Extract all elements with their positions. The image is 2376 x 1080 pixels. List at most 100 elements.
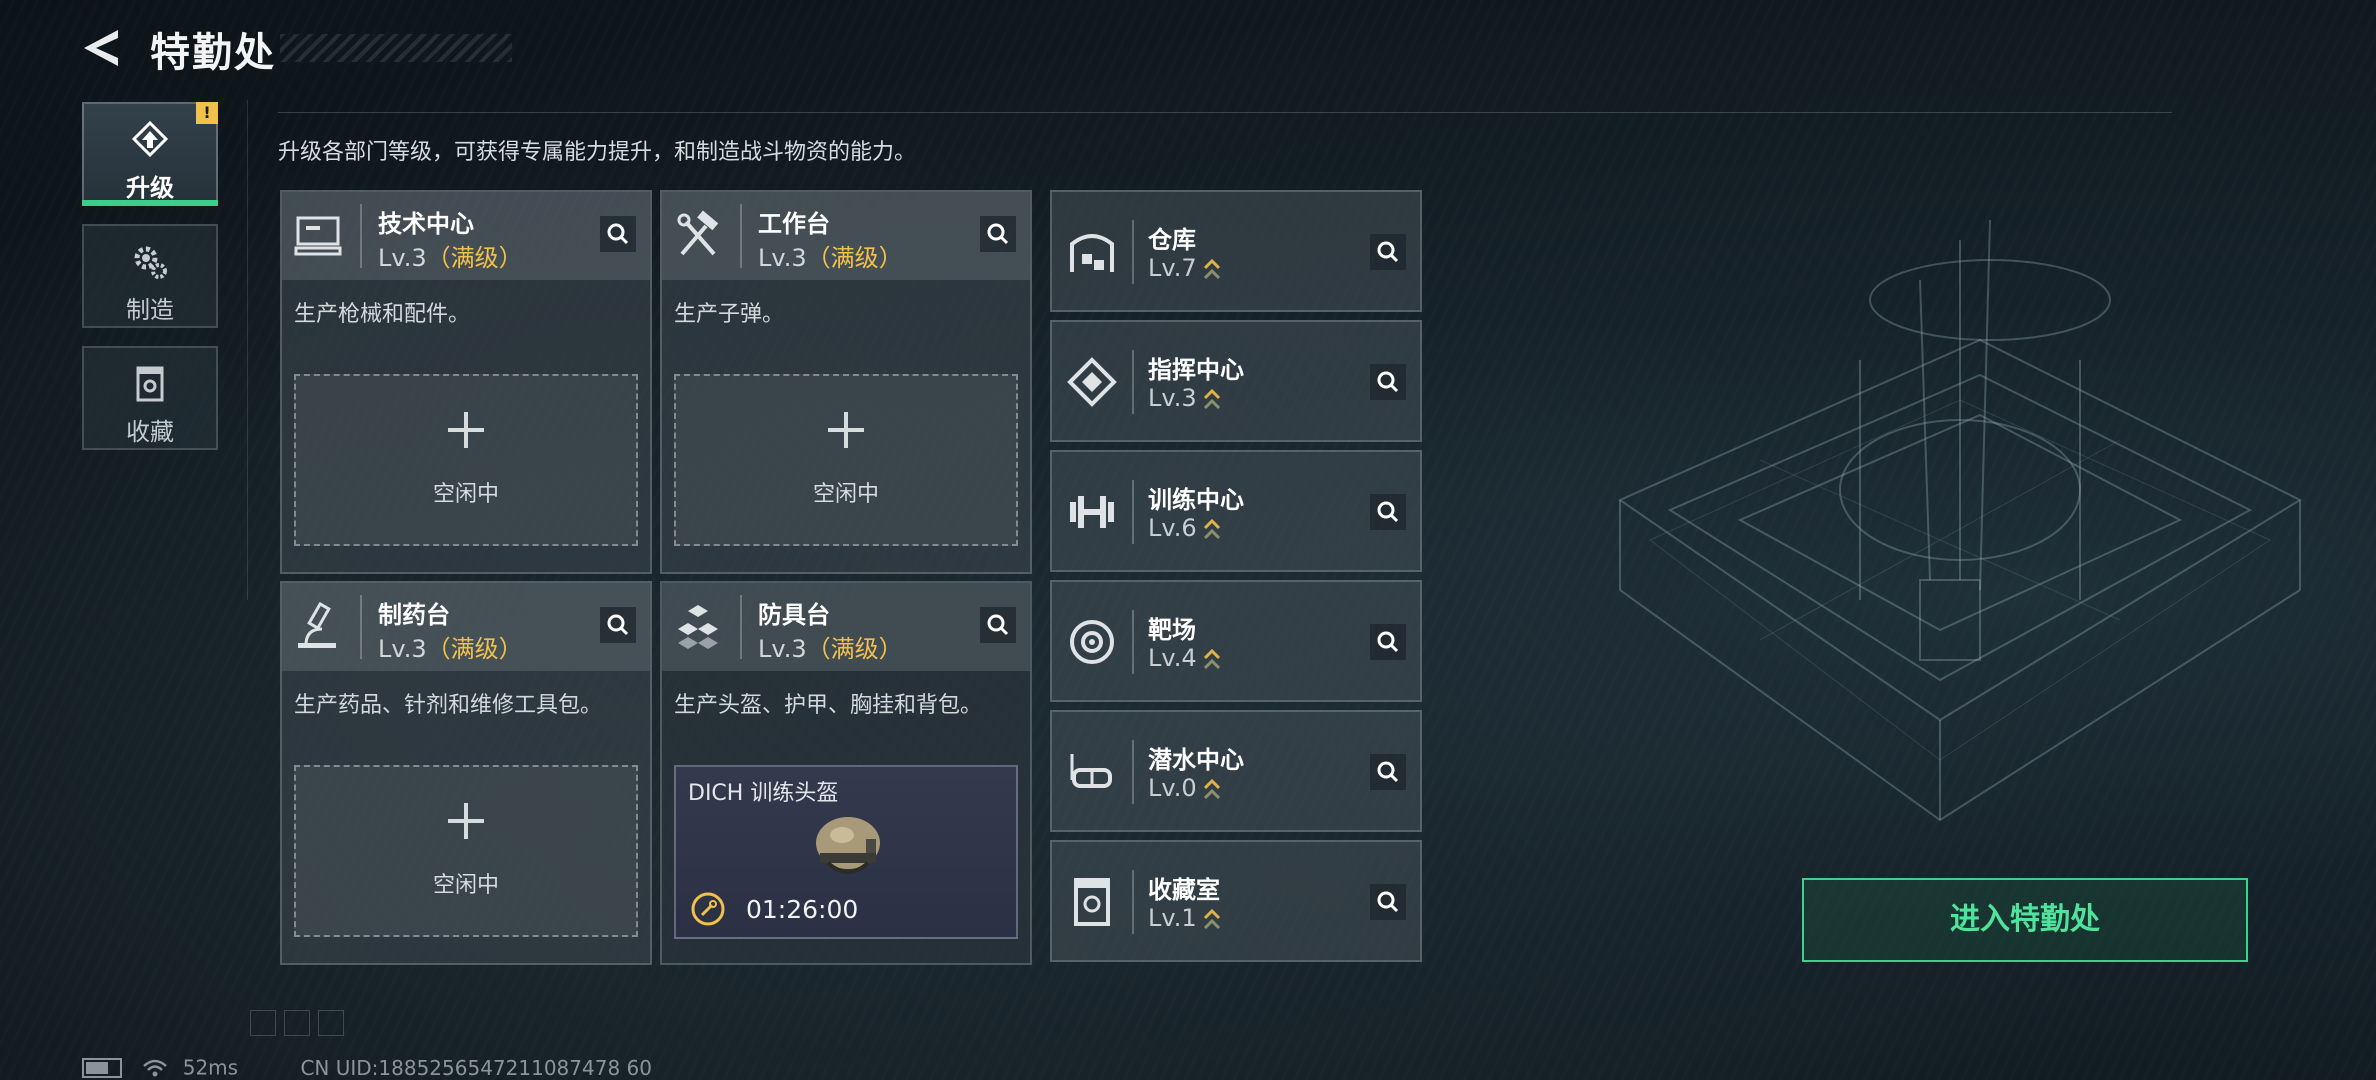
slot-status: 空闲中 bbox=[432, 873, 499, 898]
separator bbox=[740, 204, 742, 268]
level-value: Lv.0 bbox=[1148, 774, 1197, 802]
card-level: Lv.1 bbox=[1148, 904, 1221, 932]
card-level: Lv.0 bbox=[1148, 774, 1221, 802]
card-level: Lv.7 bbox=[1148, 254, 1221, 282]
upgrade-available-icon bbox=[1203, 648, 1220, 670]
plus-icon bbox=[828, 412, 864, 448]
target-icon bbox=[1070, 620, 1114, 664]
ping-value: 52ms bbox=[182, 1055, 239, 1080]
search-icon[interactable] bbox=[1370, 494, 1406, 530]
card-armor-bench[interactable]: 防具台 Lv.3（满级） 生产头盔、护甲、胸挂和背包。 DICH 训练头盔 01… bbox=[660, 581, 1032, 965]
wrench-timer-icon bbox=[691, 892, 725, 926]
slot-status: 空闲中 bbox=[432, 482, 499, 507]
page-description: 升级各部门等级，可获得专属能力提升，和制造战斗物资的能力。 bbox=[278, 140, 917, 165]
card-name: 指挥中心 bbox=[1148, 356, 1244, 384]
collection-room-icon bbox=[1074, 878, 1110, 926]
card-level: Lv.6 bbox=[1148, 514, 1221, 542]
card-warehouse[interactable]: 仓库 Lv.7 bbox=[1050, 190, 1422, 312]
alert-badge: ! bbox=[196, 102, 218, 124]
tab-label: 升级 bbox=[126, 174, 174, 202]
base-blueprint-illustration bbox=[1617, 219, 2303, 822]
hud-decoration bbox=[284, 1010, 310, 1036]
card-description: 生产头盔、护甲、胸挂和背包。 bbox=[674, 693, 983, 718]
tab-collection[interactable]: 收藏 bbox=[82, 346, 218, 450]
upgrade-available-icon bbox=[1203, 908, 1220, 930]
card-pharmacy[interactable]: 制药台 Lv.3（满级） 生产药品、针剂和维修工具包。 空闲中 bbox=[280, 581, 652, 965]
card-name: 收藏室 bbox=[1148, 876, 1220, 904]
search-icon[interactable] bbox=[1370, 624, 1406, 660]
separator bbox=[1132, 220, 1134, 284]
battery-icon bbox=[82, 1057, 122, 1078]
card-name: 潜水中心 bbox=[1148, 746, 1244, 774]
card-description: 生产药品、针剂和维修工具包。 bbox=[294, 693, 603, 718]
divider bbox=[247, 100, 248, 600]
level-value: Lv.1 bbox=[1148, 904, 1197, 932]
search-icon[interactable] bbox=[600, 216, 636, 252]
search-icon[interactable] bbox=[1370, 754, 1406, 790]
card-tech-center[interactable]: 技术中心 Lv.3（满级） 生产枪械和配件。 空闲中 bbox=[280, 190, 652, 574]
search-icon[interactable] bbox=[1370, 884, 1406, 920]
upgrade-available-icon bbox=[1203, 388, 1220, 410]
warehouse-icon bbox=[1070, 234, 1114, 272]
idle-slot[interactable]: 空闲中 bbox=[294, 374, 638, 546]
card-command-center[interactable]: 指挥中心 Lv.3 bbox=[1050, 320, 1422, 442]
max-level-tag: （满级） bbox=[426, 244, 523, 272]
separator bbox=[1132, 740, 1134, 804]
card-name: 工作台 bbox=[758, 210, 830, 238]
command-center-icon bbox=[1067, 357, 1117, 407]
enter-special-ops-button[interactable]: 进入特勤处 bbox=[1802, 878, 2248, 962]
level-value: Lv.7 bbox=[1148, 254, 1197, 282]
idle-slot[interactable]: 空闲中 bbox=[294, 765, 638, 937]
armor-boxes-icon bbox=[678, 605, 718, 649]
level-value: Lv.3 bbox=[378, 244, 427, 272]
microscope-icon bbox=[298, 601, 336, 648]
separator bbox=[1132, 480, 1134, 544]
wifi-icon bbox=[143, 1059, 168, 1076]
plus-icon bbox=[448, 803, 484, 839]
slot-status: 空闲中 bbox=[812, 482, 879, 507]
card-level: Lv.3（满级） bbox=[378, 238, 523, 273]
max-level-tag: （满级） bbox=[426, 635, 523, 663]
card-workbench[interactable]: 工作台 Lv.3（满级） 生产子弹。 空闲中 bbox=[660, 190, 1032, 574]
user-uid: CN UID:1885256547211087478 60 bbox=[300, 1055, 652, 1080]
level-value: Lv.3 bbox=[1148, 384, 1197, 412]
card-level: Lv.3（满级） bbox=[758, 238, 903, 273]
tab-upgrade[interactable]: 升级 ! bbox=[82, 102, 218, 206]
search-icon[interactable] bbox=[980, 216, 1016, 252]
level-value: Lv.3 bbox=[758, 635, 807, 663]
max-level-tag: （满级） bbox=[806, 244, 903, 272]
search-icon[interactable] bbox=[1370, 364, 1406, 400]
card-level: Lv.3 bbox=[1148, 384, 1221, 412]
tab-crafting[interactable]: 制造 bbox=[82, 224, 218, 328]
card-shooting-range[interactable]: 靶场 Lv.4 bbox=[1050, 580, 1422, 702]
crafting-slot[interactable]: DICH 训练头盔 01:26:00 bbox=[674, 765, 1018, 939]
search-icon[interactable] bbox=[600, 607, 636, 643]
card-level: Lv.4 bbox=[1148, 644, 1221, 672]
level-value: Lv.3 bbox=[378, 635, 427, 663]
level-value: Lv.4 bbox=[1148, 644, 1197, 672]
hammer-wrench-icon bbox=[677, 210, 719, 256]
gear-icon bbox=[134, 246, 167, 279]
card-name: 训练中心 bbox=[1148, 486, 1244, 514]
card-collection-room[interactable]: 收藏室 Lv.1 bbox=[1050, 840, 1422, 962]
card-diving-center[interactable]: 潜水中心 Lv.0 bbox=[1050, 710, 1422, 832]
card-training-center[interactable]: 训练中心 Lv.6 bbox=[1050, 450, 1422, 572]
separator bbox=[360, 595, 362, 659]
card-name: 仓库 bbox=[1148, 226, 1196, 254]
card-name: 制药台 bbox=[378, 601, 450, 629]
separator bbox=[740, 595, 742, 659]
card-description: 生产子弹。 bbox=[674, 302, 785, 327]
plus-icon bbox=[448, 412, 484, 448]
idle-slot[interactable]: 空闲中 bbox=[674, 374, 1018, 546]
max-level-tag: （满级） bbox=[806, 635, 903, 663]
card-name: 技术中心 bbox=[378, 210, 474, 238]
level-value: Lv.6 bbox=[1148, 514, 1197, 542]
back-arrow-icon[interactable] bbox=[80, 26, 124, 70]
collection-icon bbox=[136, 366, 164, 402]
helmet-icon bbox=[816, 817, 880, 874]
search-icon[interactable] bbox=[980, 607, 1016, 643]
title-decoration bbox=[280, 34, 512, 62]
upgrade-available-icon bbox=[1203, 258, 1220, 280]
dumbbell-icon bbox=[1070, 496, 1114, 528]
search-icon[interactable] bbox=[1370, 234, 1406, 270]
